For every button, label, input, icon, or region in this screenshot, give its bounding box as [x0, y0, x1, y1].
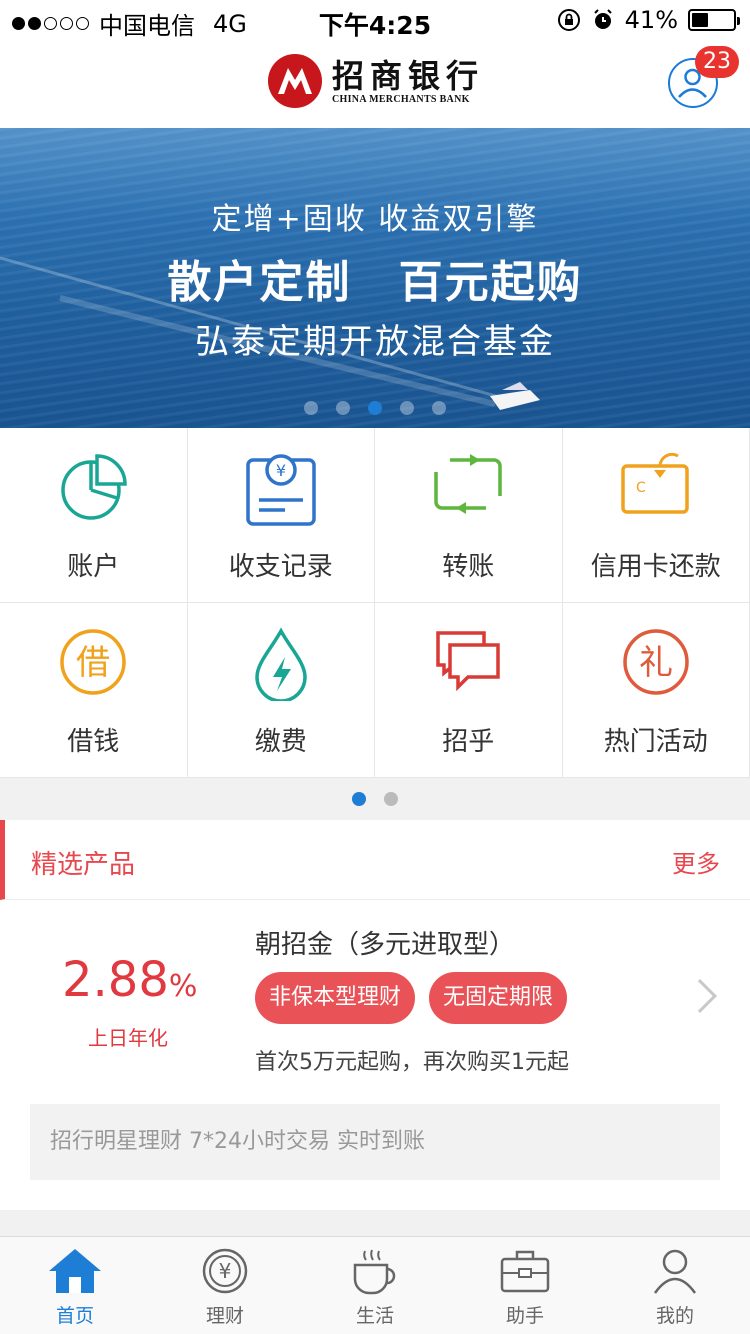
menu-pagination	[0, 778, 750, 820]
credit-card-icon: C	[621, 452, 689, 514]
bottom-tab-bar: 首页 ¥ 理财 生活 助手 我的	[0, 1236, 750, 1334]
pagination-dot[interactable]	[304, 401, 318, 415]
rate-unit: %	[168, 969, 198, 1004]
menu-label: 招乎	[442, 727, 495, 757]
banner-fund-name: 弘泰定期开放混合基金	[195, 322, 555, 362]
menu-label: 信用卡还款	[590, 552, 721, 582]
tab-label: 理财	[205, 1305, 244, 1327]
tab-home[interactable]: 首页	[0, 1237, 150, 1334]
menu-item-borrow[interactable]: 借 借钱	[0, 603, 188, 778]
menu-label: 账户	[67, 552, 120, 582]
chat-bubbles-icon	[436, 631, 500, 691]
function-grid: 账户 ¥ 收支记录 转账 C 信用卡还款 借 借钱 缴费 招乎 礼 热门活动	[0, 428, 750, 778]
product-name: 朝招金（多元进取型）	[255, 930, 516, 960]
coffee-cup-icon	[353, 1249, 396, 1295]
briefcase-icon	[500, 1250, 550, 1293]
banner-subtitle: 定增+固收 收益双引擎	[211, 202, 539, 237]
product-tag: 非保本型理财	[255, 972, 416, 1024]
svg-text:¥: ¥	[219, 1259, 232, 1283]
logo-english-name: CHINA MERCHANTS BANK	[332, 93, 470, 105]
tab-label: 首页	[55, 1305, 94, 1327]
logo-chinese-name: 招商银行	[332, 56, 485, 95]
app-header: 招商银行 CHINA MERCHANTS BANK 23	[0, 40, 750, 128]
svg-text:C: C	[636, 480, 646, 496]
menu-item-pay-bills[interactable]: 缴费	[187, 603, 375, 778]
pie-chart-icon	[61, 454, 128, 520]
yen-coin-icon: ¥	[202, 1248, 248, 1294]
product-description: 首次5万元起购，再次购买1元起	[255, 1050, 569, 1075]
rotation-lock-icon	[557, 9, 580, 31]
pagination-dot[interactable]	[336, 401, 350, 415]
water-drop-bolt-icon	[254, 627, 307, 701]
tab-wealth[interactable]: ¥ 理财	[150, 1237, 300, 1334]
pagination-dot[interactable]	[352, 792, 366, 806]
tab-me[interactable]: 我的	[600, 1237, 750, 1334]
menu-item-transactions[interactable]: ¥ 收支记录	[187, 428, 375, 603]
tab-label: 助手	[505, 1305, 544, 1327]
more-link[interactable]: 更多	[672, 844, 720, 879]
menu-item-credit-card-repay[interactable]: C 信用卡还款	[562, 428, 750, 603]
home-icon	[49, 1249, 101, 1293]
annual-rate: 2.88%	[62, 952, 197, 1008]
product-tags: 非保本型理财 无固定期限	[255, 972, 568, 1024]
menu-item-transfer[interactable]: 转账	[375, 428, 563, 603]
tab-label: 生活	[355, 1305, 394, 1327]
menu-item-hot-events[interactable]: 礼 热门活动	[562, 603, 750, 778]
transfer-icon	[434, 454, 502, 514]
logo-mark-icon	[268, 54, 322, 108]
pagination-dot[interactable]	[432, 401, 446, 415]
bank-logo: 招商银行 CHINA MERCHANTS BANK	[268, 54, 484, 108]
battery-percentage: 41%	[624, 6, 678, 34]
person-icon	[653, 1249, 697, 1294]
chevron-right-icon	[683, 979, 717, 1013]
gift-icon: 礼	[623, 629, 689, 695]
borrow-icon: 借	[60, 629, 126, 695]
promo-strip[interactable]: 招行明星理财 7*24小时交易 实时到账	[30, 1104, 720, 1180]
menu-label: 缴费	[254, 727, 307, 757]
tab-assistant[interactable]: 助手	[450, 1237, 600, 1334]
svg-text:礼: 礼	[639, 643, 673, 683]
menu-label: 收支记录	[228, 552, 333, 582]
promo-banner[interactable]: 定增+固收 收益双引擎 散户定制 百元起购 弘泰定期开放混合基金	[0, 128, 750, 428]
svg-text:¥: ¥	[276, 461, 286, 480]
pagination-dot[interactable]	[384, 792, 398, 806]
notification-badge: 23	[695, 46, 739, 78]
status-bar: 中国电信 4G 下午4:25 41%	[0, 0, 750, 40]
menu-label: 热门活动	[603, 727, 708, 757]
banner-pagination	[0, 401, 750, 415]
section-title: 精选产品	[31, 850, 136, 880]
product-tag: 无固定期限	[429, 972, 568, 1024]
rate-label: 上日年化	[88, 1026, 168, 1050]
section-divider	[0, 1210, 750, 1236]
svg-text:借: 借	[76, 643, 110, 683]
menu-label: 借钱	[67, 727, 120, 757]
menu-item-account[interactable]: 账户	[0, 428, 188, 603]
tab-life[interactable]: 生活	[300, 1237, 450, 1334]
menu-label: 转账	[442, 552, 495, 582]
rate-value: 2.88	[62, 952, 169, 1008]
receipt-yen-icon: ¥	[246, 454, 316, 526]
pagination-dot[interactable]	[368, 401, 382, 415]
tab-label: 我的	[655, 1305, 694, 1327]
banner-headline: 散户定制 百元起购	[167, 257, 583, 308]
product-card[interactable]: 2.88% 上日年化 朝招金（多元进取型） 非保本型理财 无固定期限 首次5万元…	[0, 900, 750, 1210]
featured-products-header: 精选产品 更多	[0, 820, 750, 900]
status-right: 41%	[557, 6, 740, 34]
pagination-dot[interactable]	[400, 401, 414, 415]
menu-item-zhaohu[interactable]: 招乎	[375, 603, 563, 778]
battery-icon	[688, 9, 740, 31]
alarm-icon	[593, 9, 612, 29]
